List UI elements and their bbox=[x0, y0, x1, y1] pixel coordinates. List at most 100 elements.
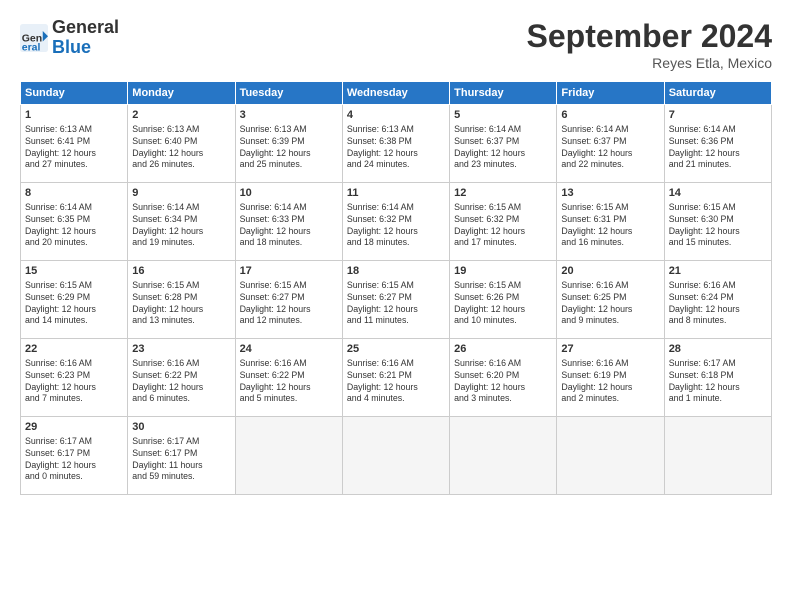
calendar-cell: 6Sunrise: 6:14 AM Sunset: 6:37 PM Daylig… bbox=[557, 105, 664, 183]
day-number: 19 bbox=[454, 264, 552, 279]
day-info: Sunrise: 6:14 AM Sunset: 6:37 PM Dayligh… bbox=[561, 124, 659, 172]
calendar-cell: 9Sunrise: 6:14 AM Sunset: 6:34 PM Daylig… bbox=[128, 183, 235, 261]
calendar-cell: 10Sunrise: 6:14 AM Sunset: 6:33 PM Dayli… bbox=[235, 183, 342, 261]
day-number: 9 bbox=[132, 186, 230, 201]
header-friday: Friday bbox=[557, 82, 664, 105]
calendar-cell: 22Sunrise: 6:16 AM Sunset: 6:23 PM Dayli… bbox=[21, 339, 128, 417]
day-info: Sunrise: 6:14 AM Sunset: 6:37 PM Dayligh… bbox=[454, 124, 552, 172]
calendar-cell: 8Sunrise: 6:14 AM Sunset: 6:35 PM Daylig… bbox=[21, 183, 128, 261]
calendar-cell bbox=[664, 417, 771, 495]
calendar-week-1: 1Sunrise: 6:13 AM Sunset: 6:41 PM Daylig… bbox=[21, 105, 772, 183]
calendar-cell: 16Sunrise: 6:15 AM Sunset: 6:28 PM Dayli… bbox=[128, 261, 235, 339]
day-info: Sunrise: 6:14 AM Sunset: 6:34 PM Dayligh… bbox=[132, 202, 230, 250]
calendar-cell: 19Sunrise: 6:15 AM Sunset: 6:26 PM Dayli… bbox=[450, 261, 557, 339]
day-info: Sunrise: 6:13 AM Sunset: 6:39 PM Dayligh… bbox=[240, 124, 338, 172]
header-monday: Monday bbox=[128, 82, 235, 105]
calendar-cell: 21Sunrise: 6:16 AM Sunset: 6:24 PM Dayli… bbox=[664, 261, 771, 339]
calendar-body: 1Sunrise: 6:13 AM Sunset: 6:41 PM Daylig… bbox=[21, 105, 772, 495]
day-number: 4 bbox=[347, 108, 445, 123]
day-number: 23 bbox=[132, 342, 230, 357]
calendar-cell: 23Sunrise: 6:16 AM Sunset: 6:22 PM Dayli… bbox=[128, 339, 235, 417]
calendar-cell: 20Sunrise: 6:16 AM Sunset: 6:25 PM Dayli… bbox=[557, 261, 664, 339]
day-info: Sunrise: 6:15 AM Sunset: 6:29 PM Dayligh… bbox=[25, 280, 123, 328]
calendar-cell: 7Sunrise: 6:14 AM Sunset: 6:36 PM Daylig… bbox=[664, 105, 771, 183]
day-info: Sunrise: 6:16 AM Sunset: 6:25 PM Dayligh… bbox=[561, 280, 659, 328]
month-title: September 2024 bbox=[527, 18, 772, 55]
calendar-cell bbox=[450, 417, 557, 495]
day-number: 8 bbox=[25, 186, 123, 201]
day-info: Sunrise: 6:15 AM Sunset: 6:28 PM Dayligh… bbox=[132, 280, 230, 328]
day-number: 28 bbox=[669, 342, 767, 357]
calendar-cell: 30Sunrise: 6:17 AM Sunset: 6:17 PM Dayli… bbox=[128, 417, 235, 495]
day-number: 26 bbox=[454, 342, 552, 357]
header-tuesday: Tuesday bbox=[235, 82, 342, 105]
day-info: Sunrise: 6:16 AM Sunset: 6:22 PM Dayligh… bbox=[240, 358, 338, 406]
logo-line1: General bbox=[52, 17, 119, 37]
title-block: September 2024 Reyes Etla, Mexico bbox=[527, 18, 772, 71]
day-info: Sunrise: 6:15 AM Sunset: 6:32 PM Dayligh… bbox=[454, 202, 552, 250]
day-number: 18 bbox=[347, 264, 445, 279]
day-number: 3 bbox=[240, 108, 338, 123]
day-number: 30 bbox=[132, 420, 230, 435]
day-number: 11 bbox=[347, 186, 445, 201]
day-number: 2 bbox=[132, 108, 230, 123]
calendar-cell: 26Sunrise: 6:16 AM Sunset: 6:20 PM Dayli… bbox=[450, 339, 557, 417]
day-number: 24 bbox=[240, 342, 338, 357]
day-number: 15 bbox=[25, 264, 123, 279]
logo: Gen eral General Blue bbox=[20, 18, 119, 58]
calendar-cell bbox=[235, 417, 342, 495]
calendar-cell: 4Sunrise: 6:13 AM Sunset: 6:38 PM Daylig… bbox=[342, 105, 449, 183]
day-number: 25 bbox=[347, 342, 445, 357]
location-subtitle: Reyes Etla, Mexico bbox=[527, 55, 772, 71]
calendar-cell: 14Sunrise: 6:15 AM Sunset: 6:30 PM Dayli… bbox=[664, 183, 771, 261]
day-info: Sunrise: 6:16 AM Sunset: 6:24 PM Dayligh… bbox=[669, 280, 767, 328]
calendar-cell: 29Sunrise: 6:17 AM Sunset: 6:17 PM Dayli… bbox=[21, 417, 128, 495]
day-number: 17 bbox=[240, 264, 338, 279]
day-number: 7 bbox=[669, 108, 767, 123]
calendar-cell: 1Sunrise: 6:13 AM Sunset: 6:41 PM Daylig… bbox=[21, 105, 128, 183]
day-info: Sunrise: 6:15 AM Sunset: 6:26 PM Dayligh… bbox=[454, 280, 552, 328]
day-info: Sunrise: 6:14 AM Sunset: 6:35 PM Dayligh… bbox=[25, 202, 123, 250]
day-number: 1 bbox=[25, 108, 123, 123]
day-info: Sunrise: 6:17 AM Sunset: 6:17 PM Dayligh… bbox=[25, 436, 123, 484]
calendar-cell bbox=[557, 417, 664, 495]
calendar-cell: 13Sunrise: 6:15 AM Sunset: 6:31 PM Dayli… bbox=[557, 183, 664, 261]
day-number: 13 bbox=[561, 186, 659, 201]
day-info: Sunrise: 6:16 AM Sunset: 6:20 PM Dayligh… bbox=[454, 358, 552, 406]
day-info: Sunrise: 6:13 AM Sunset: 6:38 PM Dayligh… bbox=[347, 124, 445, 172]
day-info: Sunrise: 6:15 AM Sunset: 6:27 PM Dayligh… bbox=[240, 280, 338, 328]
calendar-header-row: SundayMondayTuesdayWednesdayThursdayFrid… bbox=[21, 82, 772, 105]
calendar-cell bbox=[342, 417, 449, 495]
day-info: Sunrise: 6:16 AM Sunset: 6:22 PM Dayligh… bbox=[132, 358, 230, 406]
day-number: 22 bbox=[25, 342, 123, 357]
calendar-cell: 24Sunrise: 6:16 AM Sunset: 6:22 PM Dayli… bbox=[235, 339, 342, 417]
day-info: Sunrise: 6:14 AM Sunset: 6:33 PM Dayligh… bbox=[240, 202, 338, 250]
day-info: Sunrise: 6:17 AM Sunset: 6:17 PM Dayligh… bbox=[132, 436, 230, 484]
day-info: Sunrise: 6:15 AM Sunset: 6:30 PM Dayligh… bbox=[669, 202, 767, 250]
header-wednesday: Wednesday bbox=[342, 82, 449, 105]
day-info: Sunrise: 6:15 AM Sunset: 6:31 PM Dayligh… bbox=[561, 202, 659, 250]
calendar-cell: 3Sunrise: 6:13 AM Sunset: 6:39 PM Daylig… bbox=[235, 105, 342, 183]
day-number: 5 bbox=[454, 108, 552, 123]
calendar-cell: 12Sunrise: 6:15 AM Sunset: 6:32 PM Dayli… bbox=[450, 183, 557, 261]
header-sunday: Sunday bbox=[21, 82, 128, 105]
logo-line2: Blue bbox=[52, 37, 91, 57]
calendar-cell: 2Sunrise: 6:13 AM Sunset: 6:40 PM Daylig… bbox=[128, 105, 235, 183]
day-number: 20 bbox=[561, 264, 659, 279]
day-info: Sunrise: 6:14 AM Sunset: 6:36 PM Dayligh… bbox=[669, 124, 767, 172]
svg-text:eral: eral bbox=[22, 41, 41, 52]
day-number: 14 bbox=[669, 186, 767, 201]
day-info: Sunrise: 6:17 AM Sunset: 6:18 PM Dayligh… bbox=[669, 358, 767, 406]
day-info: Sunrise: 6:16 AM Sunset: 6:23 PM Dayligh… bbox=[25, 358, 123, 406]
calendar-week-2: 8Sunrise: 6:14 AM Sunset: 6:35 PM Daylig… bbox=[21, 183, 772, 261]
calendar-week-3: 15Sunrise: 6:15 AM Sunset: 6:29 PM Dayli… bbox=[21, 261, 772, 339]
calendar-cell: 17Sunrise: 6:15 AM Sunset: 6:27 PM Dayli… bbox=[235, 261, 342, 339]
day-number: 21 bbox=[669, 264, 767, 279]
day-info: Sunrise: 6:13 AM Sunset: 6:41 PM Dayligh… bbox=[25, 124, 123, 172]
day-number: 6 bbox=[561, 108, 659, 123]
day-number: 27 bbox=[561, 342, 659, 357]
calendar-table: SundayMondayTuesdayWednesdayThursdayFrid… bbox=[20, 81, 772, 495]
calendar-cell: 11Sunrise: 6:14 AM Sunset: 6:32 PM Dayli… bbox=[342, 183, 449, 261]
logo-icon: Gen eral bbox=[20, 24, 48, 52]
calendar-cell: 28Sunrise: 6:17 AM Sunset: 6:18 PM Dayli… bbox=[664, 339, 771, 417]
